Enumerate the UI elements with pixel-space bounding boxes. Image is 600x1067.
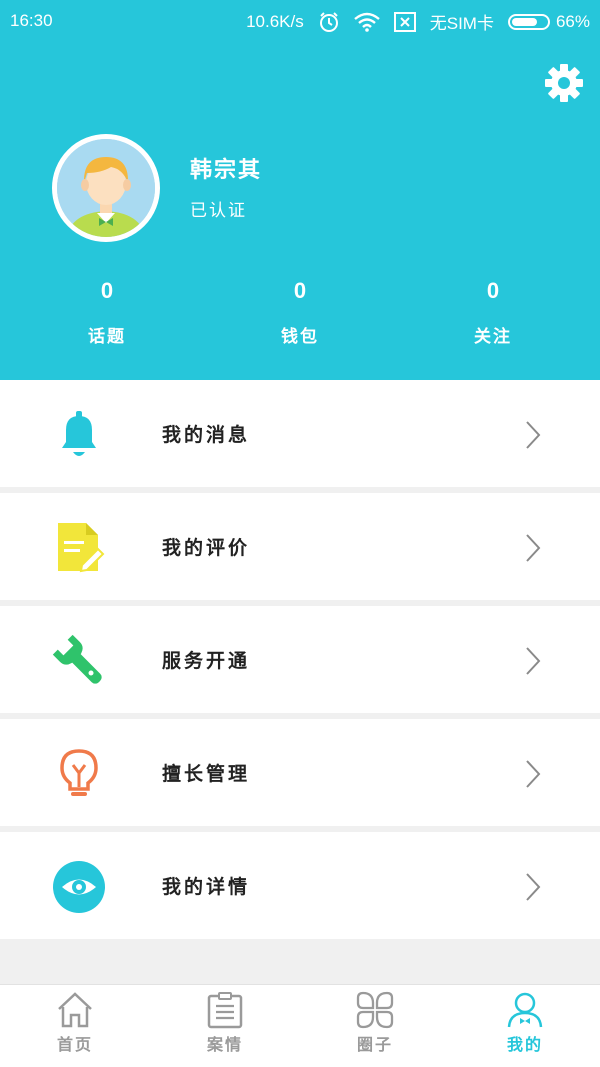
- menu-item-details[interactable]: 我的详情: [0, 832, 600, 939]
- sim-missing-icon: [393, 11, 416, 32]
- menu-item-messages[interactable]: 我的消息: [0, 380, 600, 487]
- network-speed: 10.6K/s: [246, 11, 304, 31]
- gear-icon[interactable]: [543, 62, 585, 104]
- wrench-icon: [52, 634, 102, 684]
- tab-cases[interactable]: 案情: [170, 991, 280, 1055]
- tab-label: 首页: [56, 1035, 93, 1054]
- bottom-tab-bar: 首页 案情 圈子 我的: [0, 984, 600, 1067]
- chevron-right-icon: [526, 760, 541, 788]
- stat-label: 话题: [88, 327, 126, 347]
- stat-wallet[interactable]: 0 钱包: [240, 278, 360, 347]
- menu-item-expertise[interactable]: 擅长管理: [0, 719, 600, 826]
- chevron-right-icon: [526, 647, 541, 675]
- menu-list: 我的消息 我的评价 服务开通 擅长管理 我的详情: [0, 380, 600, 945]
- menu-label: 我的详情: [162, 876, 251, 898]
- stat-value: 0: [293, 278, 307, 303]
- menu-item-service[interactable]: 服务开通: [0, 606, 600, 713]
- chevron-right-icon: [526, 421, 541, 449]
- battery-percent: 66%: [555, 11, 590, 31]
- person-icon: [507, 992, 543, 1028]
- tab-label: 我的: [506, 1035, 543, 1054]
- user-name: 韩宗其: [190, 158, 263, 183]
- stat-value: 0: [486, 278, 500, 303]
- document-edit-icon: [58, 523, 105, 573]
- battery: 66%: [507, 11, 590, 32]
- profile-header: 16:30 10.6K/s 无SIM卡 66% 韩宗其 已认证 0 话题 0 钱…: [0, 0, 600, 380]
- tab-mine[interactable]: 我的: [470, 991, 580, 1055]
- stat-follows[interactable]: 0 关注: [433, 278, 553, 347]
- tab-home[interactable]: 首页: [20, 991, 130, 1055]
- tab-label: 案情: [206, 1035, 243, 1054]
- status-time: 16:30: [10, 11, 53, 30]
- alarm-icon: [319, 11, 338, 32]
- status-bar: 16:30 10.6K/s 无SIM卡 66%: [0, 0, 600, 42]
- chevron-right-icon: [526, 873, 541, 901]
- lightbulb-icon: [60, 749, 98, 796]
- wifi-icon: [353, 12, 380, 32]
- stat-value: 0: [100, 278, 114, 303]
- eye-icon: [53, 861, 105, 913]
- chevron-right-icon: [526, 534, 541, 562]
- grid-icon: [356, 991, 394, 1029]
- clipboard-icon: [207, 992, 243, 1029]
- menu-label: 服务开通: [162, 650, 251, 672]
- home-icon: [58, 992, 92, 1028]
- status-right: 10.6K/s 无SIM卡 66%: [246, 9, 590, 34]
- tab-label: 圈子: [356, 1035, 393, 1054]
- stat-topics[interactable]: 0 话题: [47, 278, 167, 347]
- menu-item-reviews[interactable]: 我的评价: [0, 493, 600, 600]
- avatar-illustration: [57, 139, 155, 237]
- menu-label: 擅长管理: [162, 763, 251, 785]
- stat-label: 钱包: [281, 327, 319, 347]
- verification-status: 已认证: [190, 201, 247, 221]
- menu-label: 我的消息: [162, 424, 251, 446]
- bell-icon: [62, 411, 96, 456]
- menu-label: 我的评价: [162, 537, 251, 559]
- stat-label: 关注: [474, 327, 512, 347]
- tab-circle[interactable]: 圈子: [320, 991, 430, 1055]
- avatar[interactable]: [52, 134, 160, 242]
- sim-status: 无SIM卡: [429, 14, 494, 33]
- battery-icon: [507, 13, 550, 30]
